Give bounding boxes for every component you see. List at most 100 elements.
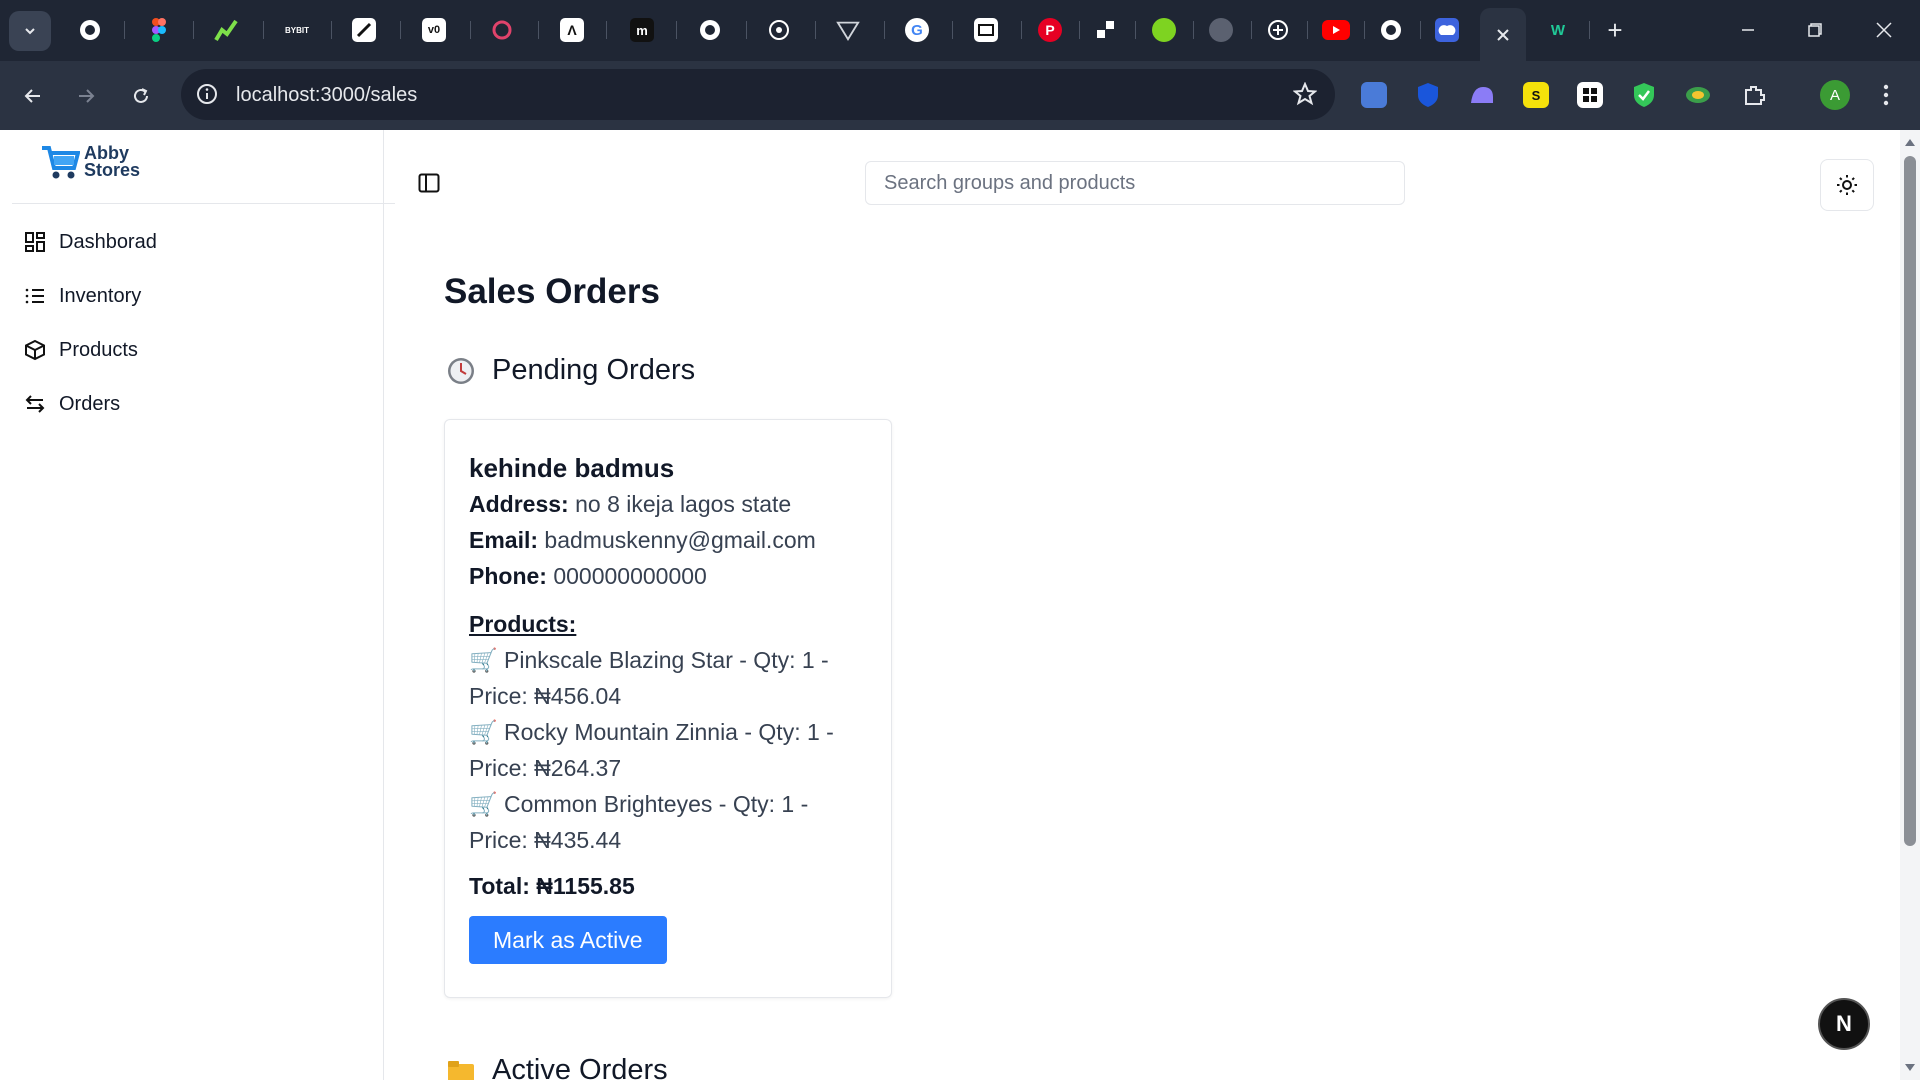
address-value: no 8 ikeja lagos state [575,491,792,517]
logo[interactable]: Abby Stores [40,142,140,182]
shield-icon[interactable] [1415,82,1441,108]
shopping-cart-icon [42,146,80,179]
restore-icon [1808,23,1822,37]
tab-search-button[interactable] [9,11,51,51]
cart-icon: 🛒 [469,719,498,745]
url-text[interactable]: localhost:3000/sales [236,84,417,107]
swap-icon [25,395,45,413]
bookmark-star-icon[interactable] [1293,82,1317,106]
sidebar-item-label: Dashborad [59,230,157,253]
logo-text: Abby Stores [84,144,141,180]
github-icon[interactable] [78,18,102,42]
info-icon[interactable] [195,82,219,106]
phone-value: 000000000000 [553,563,707,589]
github-icon[interactable] [1379,18,1403,42]
grid-icon[interactable] [1577,82,1603,108]
cart-icon: 🛒 [469,791,498,817]
pinterest-icon[interactable]: P [1038,18,1062,42]
arrow-left-icon [24,89,40,103]
active-tab[interactable] [1480,8,1526,61]
back-button[interactable] [15,78,51,114]
product-text: Rocky Mountain Zinnia - Qty: 1 - Price: … [469,719,834,781]
swirl-icon[interactable] [490,18,514,42]
w3-icon[interactable]: W [1546,18,1570,42]
sidebar: Abby Stores Dashborad Inventory Products… [0,130,395,1080]
scroll-up-arrow[interactable] [1904,136,1916,148]
customer-name: kehinde badmus [469,453,675,483]
earth-icon[interactable] [1685,82,1711,108]
lambda-icon[interactable]: Λ [560,18,584,42]
triangle-icon[interactable] [836,18,860,42]
v0-icon[interactable]: v0 [422,18,446,42]
close-window-button[interactable] [1862,14,1906,46]
phone-row: Phone: 000000000000 [469,558,869,594]
forward-button[interactable] [68,78,104,114]
kebab-menu-icon[interactable] [1873,82,1899,108]
close-icon[interactable] [1496,28,1510,42]
figma-icon[interactable] [147,18,171,42]
green-circle-icon[interactable] [1152,18,1176,42]
mark-as-active-button[interactable]: Mark as Active [469,916,667,964]
page: Abby Stores Dashborad Inventory Products… [0,130,1920,1080]
files-icon[interactable] [1361,82,1387,108]
chart-icon[interactable] [214,18,238,42]
scroll-down-arrow[interactable] [1904,1062,1916,1074]
chevron-down-icon [25,28,35,35]
sidebar-item-label: Inventory [59,284,142,307]
mail-icon[interactable] [974,18,998,42]
ghost-icon[interactable] [1469,82,1495,108]
new-tab-icon[interactable]: + [1603,15,1627,45]
sidebar-panel-icon [418,173,440,193]
sidebar-item-products[interactable]: Products [24,335,138,365]
tab-strip: BYBIT v0 Λ m G P W + [0,0,1920,61]
logo-line-2: Stores [84,160,141,180]
sun-icon [1837,175,1857,195]
omnibox[interactable]: localhost:3000/sales [181,69,1335,120]
chatgpt-icon[interactable] [1266,18,1290,42]
google-icon[interactable]: G [905,18,929,42]
reload-button[interactable] [123,78,159,114]
nodes-icon[interactable] [1094,18,1118,42]
s-icon[interactable]: S [1523,82,1549,108]
package-icon [25,339,45,361]
search-input[interactable] [865,161,1405,205]
sidebar-item-label: Orders [59,392,121,415]
order-total: Total: ₦1155.85 [469,873,635,899]
toggle-sidebar-button[interactable] [416,170,442,196]
sidebar-item-dashboard[interactable]: Dashborad [24,227,157,257]
section-title: Pending Orders [492,354,696,386]
pen-icon[interactable] [352,18,376,42]
puzzle-icon[interactable] [1741,82,1767,108]
address-bar: localhost:3000/sales S A [0,61,1920,130]
address-row: Address: no 8 ikeja lagos state [469,486,869,522]
globe-icon[interactable] [1209,18,1233,42]
minimize-button[interactable] [1726,14,1770,46]
scrollbar[interactable] [1900,130,1920,1080]
folder-icon [448,1060,474,1080]
email-value: badmuskenny@gmail.com [544,527,816,553]
list-icon [25,288,44,304]
youtube-icon[interactable] [1322,20,1350,40]
close-icon [1876,22,1892,38]
bybit-icon[interactable]: BYBIT [282,18,312,42]
sidebar-divider [12,203,395,204]
order-card: kehinde badmus Address: no 8 ikeja lagos… [444,419,892,998]
sidebar-item-label: Products [59,338,138,361]
address-label: Address: [469,491,569,517]
theme-toggle-button[interactable] [1820,159,1874,211]
reload-icon [134,88,148,103]
m-icon[interactable]: m [630,18,654,42]
sidebar-item-inventory[interactable]: Inventory [24,281,141,311]
adblock-icon[interactable] [1631,82,1657,108]
product-item: 🛒 Pinkscale Blazing Star - Qty: 1 - Pric… [469,642,869,714]
nextjs-dev-badge[interactable]: N [1818,998,1870,1050]
scroll-thumb[interactable] [1904,156,1916,846]
openai-icon[interactable] [767,18,791,42]
circle-logo-icon[interactable] [698,18,722,42]
sidebar-item-orders[interactable]: Orders [24,389,120,419]
product-item: 🛒 Rocky Mountain Zinnia - Qty: 1 - Price… [469,714,869,786]
cloud-icon[interactable] [1435,18,1459,42]
restore-button[interactable] [1793,14,1837,46]
phone-label: Phone: [469,563,547,589]
profile-avatar[interactable]: A [1820,80,1850,110]
